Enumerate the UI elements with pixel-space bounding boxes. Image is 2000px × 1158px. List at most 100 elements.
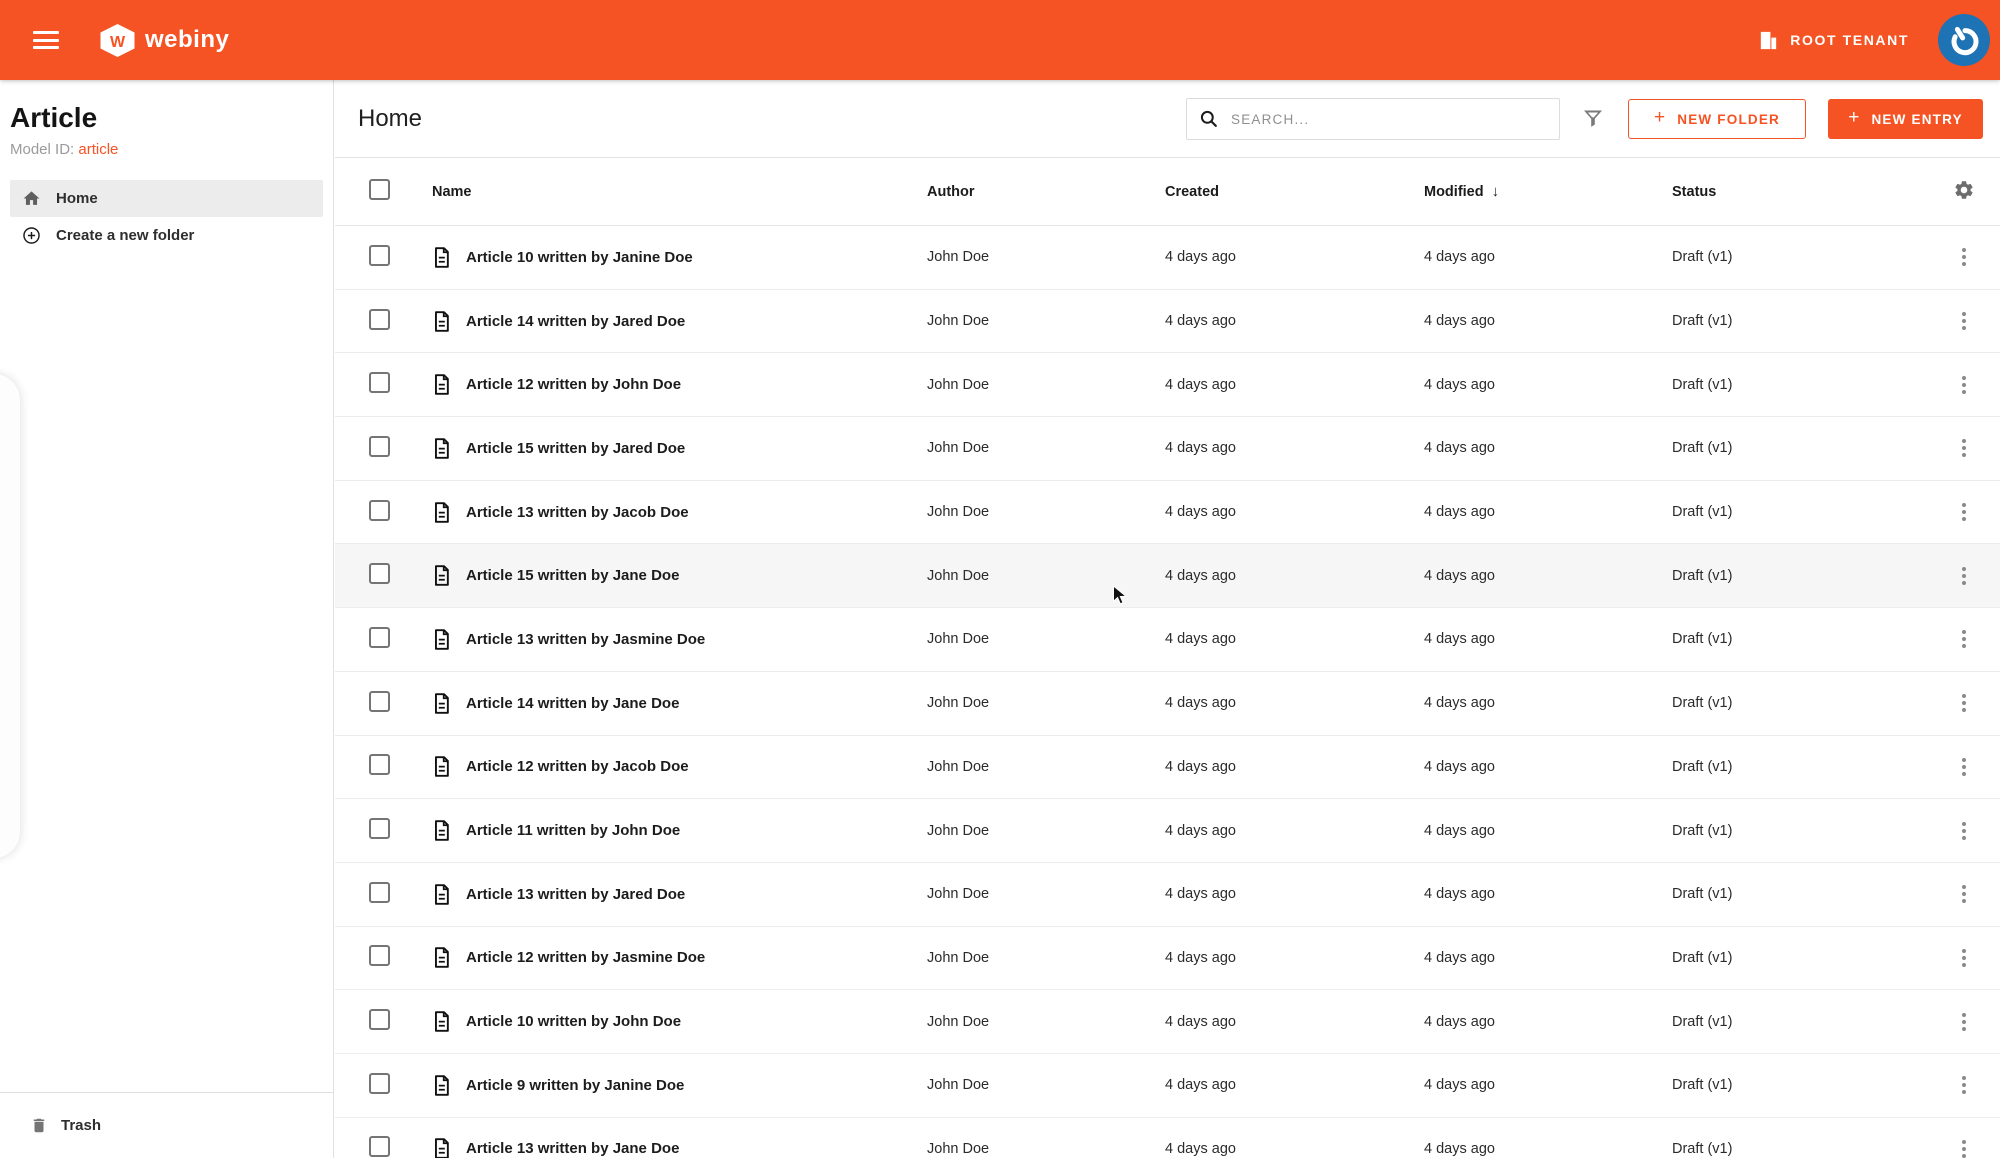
row-menu-button[interactable] [1956, 370, 1972, 400]
row-checkbox[interactable] [369, 1136, 390, 1158]
row-menu-button[interactable] [1956, 242, 1972, 272]
row-checkbox[interactable] [369, 435, 390, 457]
row-checkbox[interactable] [369, 372, 390, 394]
trash-label: Trash [61, 1117, 102, 1134]
menu-icon[interactable] [33, 31, 59, 49]
row-menu-button[interactable] [1956, 433, 1972, 463]
sidebar-item-label: Create a new folder [56, 227, 195, 244]
row-menu-button[interactable] [1956, 1007, 1972, 1037]
trash-button[interactable]: Trash [0, 1116, 101, 1135]
building-icon [1761, 31, 1777, 49]
entry-author: John Doe [927, 567, 990, 584]
row-checkbox[interactable] [369, 754, 390, 776]
user-avatar[interactable] [1937, 13, 1991, 67]
entry-name: Article 11 written by John Doe [466, 822, 681, 840]
row-menu-button[interactable] [1956, 497, 1972, 527]
tenant-selector[interactable]: ROOT TENANT [1757, 29, 1909, 52]
entry-author: John Doe [927, 313, 990, 330]
row-checkbox[interactable] [369, 818, 390, 840]
table-row[interactable]: Article 12 written by John Doe John Doe … [335, 353, 2000, 418]
entry-name: Article 12 written by John Doe [466, 376, 682, 394]
table-row[interactable]: Article 12 written by Jacob Doe John Doe… [335, 736, 2000, 800]
table-settings-button[interactable] [1953, 179, 1975, 204]
row-menu-button[interactable] [1956, 879, 1972, 909]
row-menu-button[interactable] [1956, 561, 1972, 591]
row-checkbox[interactable] [369, 308, 390, 330]
entry-status: Draft (v1) [1672, 1013, 1733, 1030]
entry-modified: 4 days ago [1424, 695, 1495, 712]
entry-status: Draft (v1) [1672, 758, 1733, 775]
tenant-label: ROOT TENANT [1790, 32, 1909, 48]
row-menu-button[interactable] [1956, 306, 1972, 336]
select-all-checkbox[interactable] [369, 179, 390, 200]
entry-author: John Doe [927, 1140, 990, 1157]
trash-icon [33, 1118, 45, 1133]
webiny-hexagon-icon: W [100, 23, 135, 57]
new-entry-button[interactable]: + NEW ENTRY [1828, 99, 1983, 139]
row-checkbox[interactable] [369, 1009, 390, 1031]
table-row[interactable]: Article 14 written by Jared Doe John Doe… [335, 290, 2000, 354]
table-row[interactable]: Article 10 written by John Doe John Doe … [335, 990, 2000, 1054]
row-menu-button[interactable] [1956, 752, 1972, 782]
table-row[interactable]: Article 9 written by Janine Doe John Doe… [335, 1054, 2000, 1118]
column-header-modified[interactable]: Modified ↓ [1424, 183, 1672, 200]
entry-created: 4 days ago [1165, 1013, 1236, 1030]
row-checkbox[interactable] [369, 499, 390, 521]
new-entry-label: NEW ENTRY [1871, 111, 1963, 127]
table-row[interactable]: Article 13 written by Jacob Doe John Doe… [335, 481, 2000, 545]
document-icon [435, 565, 449, 587]
row-menu-button[interactable] [1956, 624, 1972, 654]
entry-created: 4 days ago [1165, 249, 1236, 266]
row-menu-button[interactable] [1956, 1134, 1972, 1158]
table-row[interactable]: Article 15 written by Jared Doe John Doe… [335, 417, 2000, 481]
row-menu-button[interactable] [1956, 943, 1972, 973]
entry-status: Draft (v1) [1672, 567, 1733, 584]
entry-name: Article 10 written by Janine Doe [466, 248, 693, 266]
table-row[interactable]: Article 12 written by Jasmine Doe John D… [335, 927, 2000, 991]
table-row[interactable]: Article 13 written by Jasmine Doe John D… [335, 608, 2000, 672]
row-checkbox[interactable] [369, 881, 390, 903]
row-checkbox[interactable] [369, 945, 390, 967]
entry-modified: 4 days ago [1424, 1077, 1495, 1094]
row-menu-button[interactable] [1956, 688, 1972, 718]
entry-created: 4 days ago [1165, 504, 1236, 521]
new-folder-label: NEW FOLDER [1677, 111, 1781, 127]
filter-button[interactable] [1581, 106, 1605, 134]
table-row[interactable]: Article 13 written by Jane Doe John Doe … [335, 1118, 2000, 1158]
new-folder-button[interactable]: + NEW FOLDER [1628, 99, 1806, 139]
row-menu-button[interactable] [1956, 1070, 1972, 1100]
webiny-admin-app: W webiny ROOT TENANT Article Model ID: a… [0, 0, 2000, 1158]
sidebar-item-home[interactable]: Home [10, 180, 323, 217]
search-input[interactable] [1219, 99, 1559, 139]
row-checkbox[interactable] [369, 626, 390, 648]
document-icon [435, 692, 449, 714]
entries-main: Home + NEW FOLDER + NEW ENTRY [335, 80, 2000, 1158]
document-icon [435, 947, 449, 969]
document-icon [435, 820, 449, 841]
column-header-created[interactable]: Created [1165, 184, 1424, 200]
model-sidebar: Article Model ID: article Home Create a … [0, 80, 334, 1158]
entry-modified: 4 days ago [1424, 1013, 1495, 1030]
top-app-bar: W webiny ROOT TENANT [0, 0, 2000, 80]
webiny-logo[interactable]: W webiny [99, 23, 229, 57]
document-icon [435, 629, 449, 650]
table-row[interactable]: Article 13 written by Jared Doe John Doe… [335, 863, 2000, 927]
table-row[interactable]: Article 14 written by Jane Doe John Doe … [335, 672, 2000, 736]
row-checkbox[interactable] [369, 1072, 390, 1094]
column-header-author[interactable]: Author [927, 184, 1165, 200]
home-icon [23, 191, 40, 205]
entries-toolbar: Home + NEW FOLDER + NEW ENTRY [335, 80, 2000, 158]
table-row[interactable]: Article 11 written by John Doe John Doe … [335, 799, 2000, 863]
row-checkbox[interactable] [369, 563, 390, 585]
column-header-name[interactable]: Name [432, 184, 472, 200]
row-checkbox[interactable] [369, 244, 390, 266]
table-row[interactable]: Article 10 written by Janine Doe John Do… [335, 226, 2000, 290]
row-checkbox[interactable] [369, 690, 390, 712]
row-menu-button[interactable] [1956, 816, 1972, 846]
sidebar-item-create-folder[interactable]: Create a new folder [10, 217, 323, 254]
column-header-status[interactable]: Status [1672, 184, 1927, 200]
table-row[interactable]: Article 15 written by Jane Doe John Doe … [335, 544, 2000, 609]
sort-desc-icon: ↓ [1491, 183, 1500, 200]
entry-author: John Doe [927, 631, 990, 648]
entry-status: Draft (v1) [1672, 313, 1733, 330]
